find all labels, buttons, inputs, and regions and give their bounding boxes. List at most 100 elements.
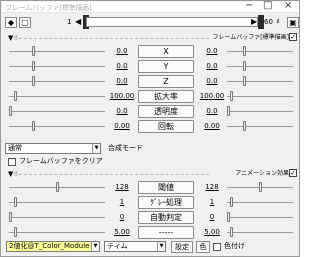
end-slider-handle[interactable] — [242, 76, 246, 86]
window-icon[interactable]: ▢ — [19, 17, 31, 28]
param-row: 5.00 ----- 5.00 — [1, 225, 299, 240]
chevron-down-icon: ▼ — [157, 242, 165, 251]
end-slider-handle[interactable] — [227, 106, 230, 116]
start-slider-handle[interactable] — [9, 212, 12, 222]
end-slider-track[interactable] — [227, 232, 293, 233]
start-slider-track[interactable] — [9, 111, 105, 112]
end-slider-track[interactable] — [227, 51, 293, 52]
maximize-button[interactable]: □ — [263, 1, 272, 13]
close-button[interactable]: × — [284, 1, 292, 13]
menu-icon[interactable]: ◆ — [5, 17, 17, 28]
start-slider-track[interactable] — [9, 217, 105, 218]
start-slider-handle[interactable] — [9, 106, 12, 116]
start-slider-track[interactable] — [9, 51, 105, 52]
chevron-down-icon: ▼ — [92, 144, 100, 153]
start-value[interactable]: 1 — [107, 198, 137, 207]
end-value[interactable]: 5.00 — [197, 228, 227, 237]
param-row: 0 自動判定 0 — [1, 210, 299, 225]
param-button[interactable]: 透明度 — [138, 105, 194, 118]
param-button[interactable]: 回転 — [138, 120, 194, 133]
start-slider-handle[interactable] — [13, 227, 17, 237]
param-row: 1 ｸﾞﾚｰ処理 1 — [1, 195, 299, 210]
start-slider-handle[interactable] — [55, 182, 59, 192]
param-row: 0.0 透明度 0.0 — [1, 104, 299, 119]
param-button[interactable]: ----- — [138, 226, 194, 239]
end-slider-handle[interactable] — [230, 91, 234, 101]
clear-framebuffer-label: フレームバッファをクリア — [19, 157, 103, 165]
param-button[interactable]: 拡大率 — [138, 90, 194, 103]
start-value[interactable]: 0 — [107, 213, 137, 222]
end-slider-track[interactable] — [227, 81, 293, 82]
param-button[interactable]: Z — [138, 75, 194, 88]
end-slider-handle[interactable] — [230, 197, 234, 207]
end-value[interactable]: 0.0 — [197, 107, 227, 116]
start-value[interactable]: 0.0 — [107, 77, 137, 86]
start-slider-handle[interactable] — [13, 91, 17, 101]
param-button[interactable]: 自動判定 — [138, 211, 194, 224]
collapse-hand-icon[interactable]: ▼☝ — [8, 170, 18, 178]
start-value[interactable]: 0.0 — [107, 62, 137, 71]
section-enable-checkbox[interactable]: ✓ — [289, 169, 297, 177]
start-slider-handle[interactable] — [13, 197, 17, 207]
start-value[interactable]: 128 — [107, 183, 137, 192]
start-slider-handle[interactable] — [32, 46, 36, 56]
end-slider-handle[interactable] — [242, 121, 246, 131]
start-slider-track[interactable] — [9, 96, 105, 97]
end-slider-track[interactable] — [227, 111, 293, 112]
start-slider-track[interactable] — [9, 202, 105, 203]
start-slider-handle[interactable] — [32, 61, 36, 71]
end-value[interactable]: 0.0 — [197, 47, 227, 56]
end-slider-track[interactable] — [227, 96, 293, 97]
end-slider-handle[interactable] — [242, 46, 246, 56]
start-value[interactable]: 100.00 — [107, 92, 137, 101]
end-slider-track[interactable] — [227, 66, 293, 67]
end-value[interactable]: 0 — [197, 213, 227, 222]
start-value[interactable]: 0.00 — [107, 122, 137, 131]
color-button[interactable]: 色 — [196, 241, 210, 253]
clear-framebuffer-checkbox[interactable] — [8, 158, 16, 166]
end-value[interactable]: 0.00 — [197, 122, 227, 131]
start-slider-track[interactable] — [9, 66, 105, 67]
end-slider-handle[interactable] — [242, 61, 246, 71]
param-button[interactable]: ｸﾞﾚｰ処理 — [138, 196, 194, 209]
collapse-hand-icon[interactable]: ▼☝ — [8, 34, 18, 42]
end-value[interactable]: 1 — [197, 198, 227, 207]
start-slider-handle[interactable] — [32, 76, 36, 86]
end-slider-handle[interactable] — [258, 182, 262, 192]
prev-frame-arrow-icon[interactable]: ◀ — [75, 17, 81, 27]
blend-mode-select[interactable]: 通常 ▼ — [5, 143, 101, 154]
next-frame-arrow-icon[interactable]: ▶ — [251, 17, 257, 27]
color-checkbox[interactable] — [213, 243, 221, 251]
settings-button[interactable]: 設定 — [171, 241, 193, 253]
end-value[interactable]: 0.0 — [197, 77, 227, 86]
end-slider-handle[interactable] — [230, 227, 234, 237]
start-slider-track[interactable] — [9, 126, 105, 127]
section-enable-checkbox[interactable]: ✓ — [289, 33, 297, 41]
start-slider-track[interactable] — [9, 232, 105, 233]
end-value[interactable]: 128 — [197, 183, 227, 192]
start-value[interactable]: 0.0 — [107, 47, 137, 56]
section-header-animation-effect: ▼☝ アニメーション効果 ✓ — [3, 169, 299, 178]
start-slider-handle[interactable] — [32, 121, 36, 131]
param-button[interactable]: 閾値 — [138, 181, 194, 194]
color-check-label: 色付け — [224, 242, 245, 250]
start-value[interactable]: 5.00 — [107, 228, 137, 237]
camera-control-icon[interactable]: ♯ — [272, 17, 284, 28]
end-slider-track[interactable] — [227, 217, 293, 218]
end-slider-track[interactable] — [227, 202, 293, 203]
end-slider-track[interactable] — [227, 126, 293, 127]
effect-select[interactable]: 2値化@T_Color_Module ▼ — [6, 241, 100, 252]
title-bar: フレームバッファ[標準描画] − □ × — [2, 1, 299, 13]
frame-progress-bar[interactable] — [86, 17, 258, 27]
start-value[interactable]: 0.0 — [107, 107, 137, 116]
end-slider-handle[interactable] — [227, 212, 230, 222]
start-slider-track[interactable] — [9, 81, 105, 82]
minimize-button[interactable]: − — [245, 1, 253, 13]
layer-icon[interactable]: ▣ — [287, 17, 299, 28]
param-row: 0.00 回転 0.00 — [1, 119, 299, 134]
param-button[interactable]: Y — [138, 60, 194, 73]
timing-select[interactable]: ティム ▼ — [104, 241, 166, 252]
end-value[interactable]: 100.00 — [197, 92, 227, 101]
end-value[interactable]: 0.0 — [197, 62, 227, 71]
param-button[interactable]: X — [138, 45, 194, 58]
